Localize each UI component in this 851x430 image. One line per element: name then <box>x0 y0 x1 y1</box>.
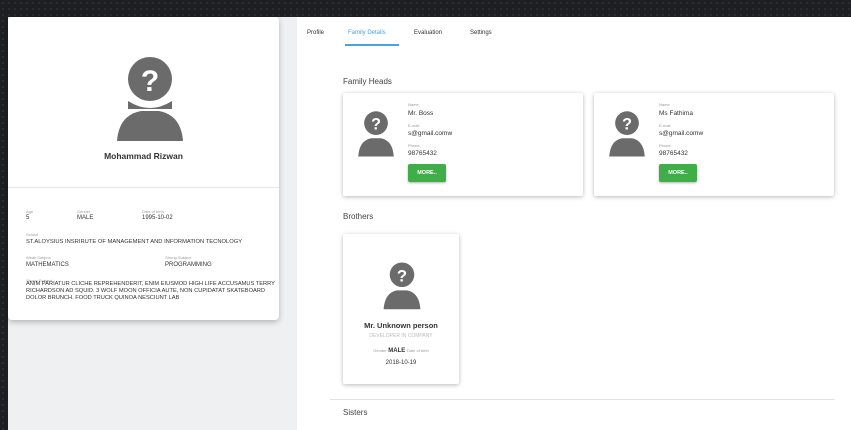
gender-value: MALE <box>77 215 94 221</box>
avatar-placeholder-icon: ? <box>358 111 394 157</box>
age-label: Age <box>26 209 34 214</box>
gender-label: Gender <box>373 348 387 353</box>
family-head-email: s@gmail.comw <box>659 130 704 137</box>
gender-value: MALE <box>388 348 406 354</box>
school-value: ST.ALOYSIUS INSRIRUTE OF MANAGEMENT AND … <box>26 239 243 245</box>
tab-settings[interactable]: Settings <box>470 30 492 36</box>
brothers-title: Brothers <box>343 212 374 221</box>
weak-subject-value: MATHEMATICS <box>26 262 69 268</box>
tab-evaluation[interactable]: Evaluation <box>414 30 442 36</box>
phone-label: Phone <box>659 143 671 148</box>
family-head-phone: 98765432 <box>408 150 437 157</box>
name-label: Name <box>408 102 419 107</box>
svg-text:?: ? <box>141 65 159 98</box>
more-button[interactable]: MORE.. <box>659 164 697 182</box>
svg-text:?: ? <box>397 266 407 285</box>
profile-bio: ANIM PARIATUR CLICHE REPREHENDERIT, ENIM… <box>26 281 275 301</box>
family-head-card: ? Name Ms Fathima E-mail s@gmail.comw Ph… <box>594 93 834 196</box>
email-label: E-mail <box>408 123 420 128</box>
age-value: 5 <box>26 215 30 221</box>
dob-label: Date of birth <box>406 348 429 353</box>
avatar-placeholder-icon: ? <box>383 262 421 310</box>
avatar-placeholder-icon: ? <box>609 111 645 157</box>
gender-label: Gender <box>77 209 91 214</box>
brother-card: ? Mr. Unknown person DEVELOPER IN COMPAN… <box>343 234 459 384</box>
active-tab-indicator <box>345 44 399 46</box>
section-divider <box>330 399 835 400</box>
school-label: School <box>26 232 39 237</box>
dob-label: Date of birth <box>142 209 164 214</box>
dob-value: 1995-10-02 <box>142 215 173 221</box>
family-head-name: Ms Fathima <box>659 110 693 117</box>
strong-subject-label: Strong Subject <box>165 255 192 260</box>
avatar-placeholder-icon: ? <box>117 57 183 141</box>
svg-text:?: ? <box>371 116 381 134</box>
brother-name: Mr. Unknown person <box>364 321 438 330</box>
more-button[interactable]: MORE.. <box>408 164 446 182</box>
brother-job: DEVELOPER IN COMPANY <box>369 333 433 339</box>
svg-text:?: ? <box>622 116 632 134</box>
dob-value: 2018-10-19 <box>385 360 417 366</box>
email-label: E-mail <box>659 123 671 128</box>
family-head-email: s@gmail.comw <box>408 130 453 137</box>
name-label: Name <box>659 102 670 107</box>
profile-header: ? Mohammad Rizwan <box>8 17 279 188</box>
profile-card: ? Mohammad Rizwan Age 5 Gender MALE Date… <box>8 17 279 320</box>
family-head-card: ? Name Mr. Boss E-mail s@gmail.comw Phon… <box>343 93 583 196</box>
family-head-phone: 98765432 <box>659 150 688 157</box>
family-head-name: Mr. Boss <box>408 110 434 117</box>
phone-label: Phone <box>408 143 420 148</box>
profile-name: Mohammad Rizwan <box>104 151 183 161</box>
sisters-title: Sisters <box>343 408 368 417</box>
weak-subject-label: Weak Subject <box>26 255 51 260</box>
tab-profile[interactable]: Profile <box>307 30 324 36</box>
strong-subject-value: PROGRAMMING <box>165 262 212 268</box>
brother-details-row: Gender MALE Date of birth <box>343 348 459 354</box>
family-heads-title: Family Heads <box>343 77 392 86</box>
tab-family-details[interactable]: Family Details <box>348 30 386 36</box>
